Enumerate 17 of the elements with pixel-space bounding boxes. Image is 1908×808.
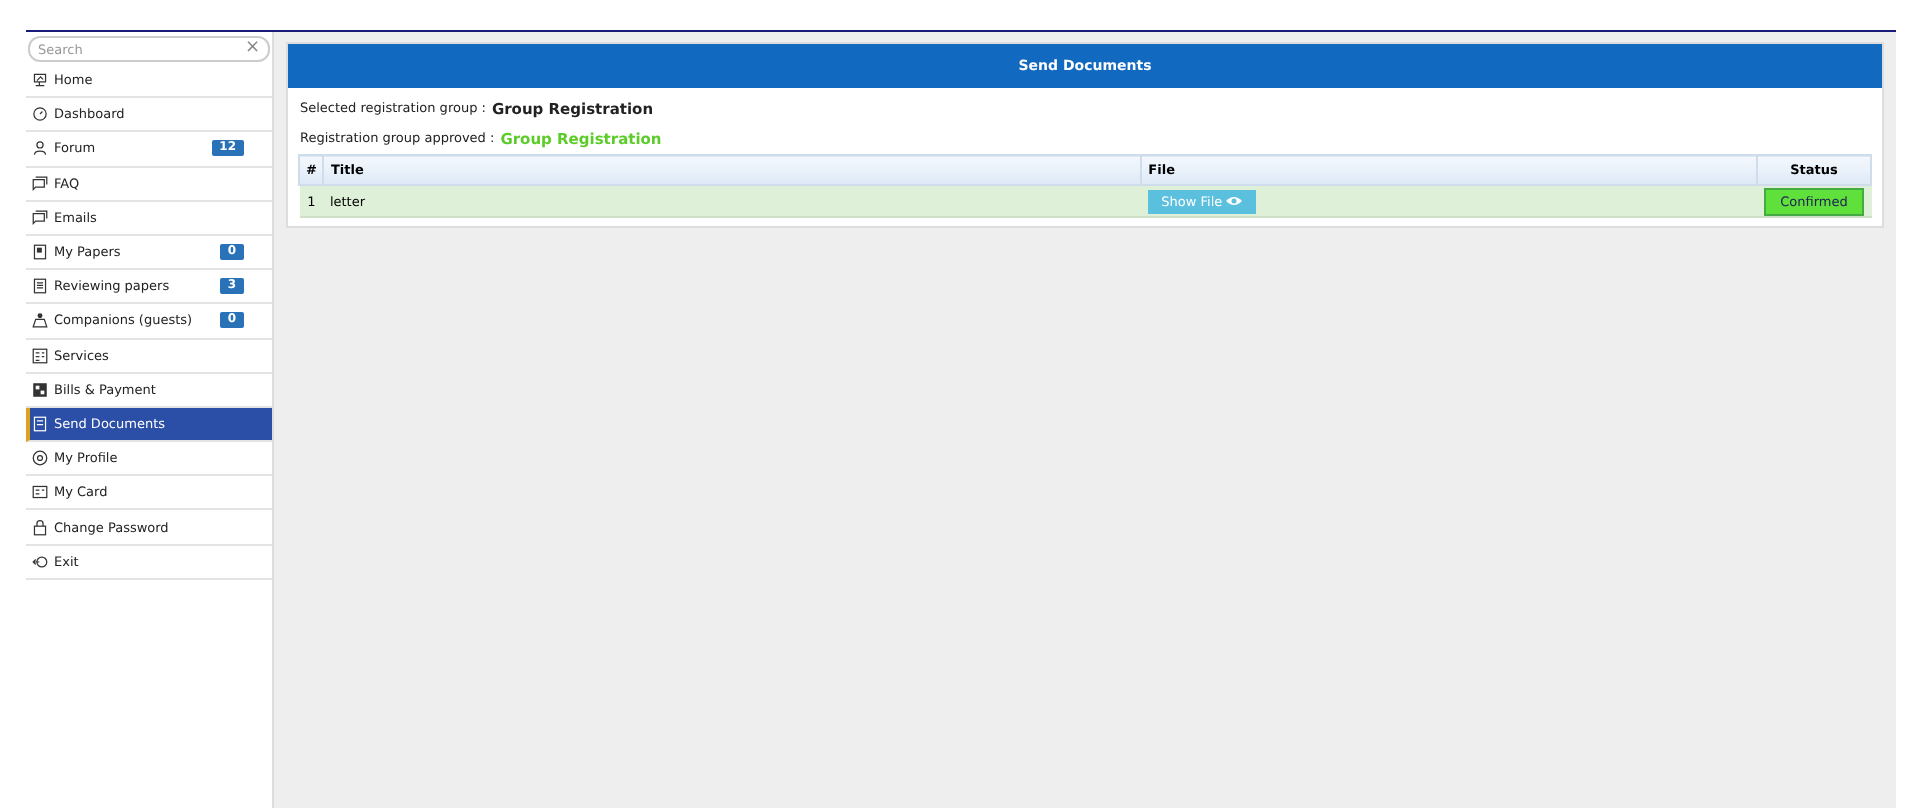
monitor-icon: [32, 72, 48, 89]
list-icon: [32, 347, 48, 364]
exit-icon: [32, 553, 48, 570]
chat-icon: [32, 175, 48, 192]
document-icon: [32, 244, 48, 261]
grid-icon: [32, 381, 48, 398]
gauge-icon: [32, 106, 48, 123]
document-icon: [32, 415, 48, 432]
circle-icon: [32, 450, 48, 467]
people-icon: [32, 312, 48, 329]
card-icon: [32, 484, 48, 501]
chat-icon: [32, 209, 48, 226]
lock-icon: [32, 519, 48, 536]
document-icon: [32, 278, 48, 295]
clear-icon[interactable]: ×: [244, 40, 260, 58]
person-icon: [32, 140, 48, 157]
eye-icon: [1226, 195, 1243, 205]
